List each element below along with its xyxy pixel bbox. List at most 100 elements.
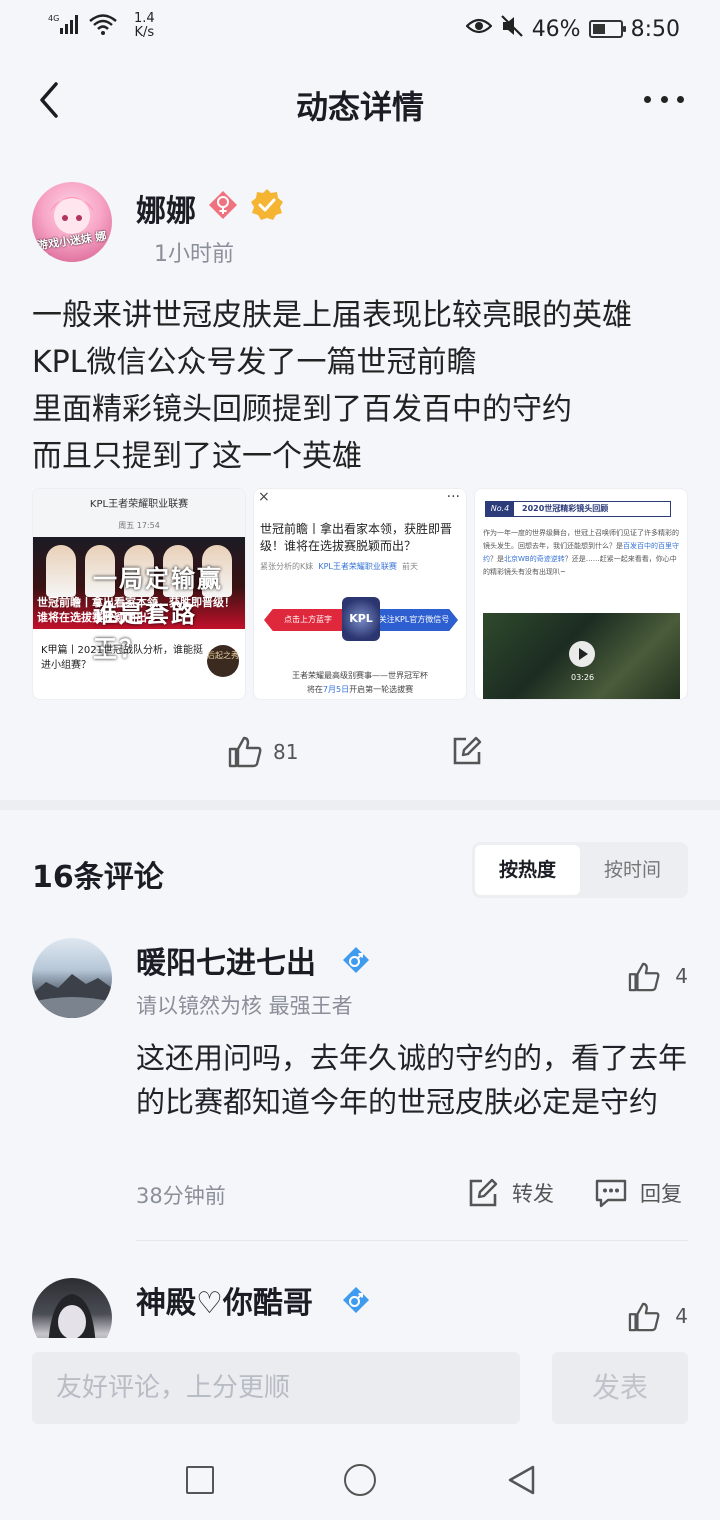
commenter-subtitle: …: [136, 1330, 157, 1338]
chat-bubble-icon: [595, 1179, 627, 1208]
clock: 8:50: [630, 16, 680, 42]
comment-text: 这还用问吗，去年久诚的守约的，看了去年的比赛都知道今年的世冠皮肤必定是守约: [136, 1041, 688, 1119]
video-duration: 03:26: [571, 673, 595, 682]
post-image-2[interactable]: × ··· 世冠前瞻丨拿出看家本领，获胜即晋级！谁将在选拔赛脱颖而出？ 紧张分析…: [253, 488, 467, 700]
more-options-button[interactable]: [644, 92, 684, 106]
image-2-time: 前天: [401, 562, 418, 571]
send-button[interactable]: 发表: [552, 1352, 688, 1424]
repost-label: 转发: [512, 1182, 554, 1206]
comment-like-count: 4: [675, 964, 688, 988]
edit-icon: [453, 736, 482, 765]
body-text: ？是: [490, 555, 504, 563]
signal-label: 4G: [48, 14, 59, 23]
play-icon[interactable]: [569, 641, 595, 667]
verified-badge-icon: [250, 188, 284, 222]
commenter-avatar[interactable]: [32, 1278, 112, 1338]
signal-icon: 4G: [48, 12, 82, 39]
mute-icon: [500, 14, 524, 44]
commenter-name[interactable]: 暖阳七进七出: [136, 938, 316, 982]
post-image-1[interactable]: KPL王者荣耀职业联赛 周五 17:54 一局定输赢 谁是套路王？ 世冠前瞻丨拿…: [32, 488, 246, 700]
recent-apps-button[interactable]: [186, 1466, 214, 1494]
comment-item: 暖阳七进七出 请以镜然为核 最强王者 4 这还用问吗，去年久诚的守约的，看了去年…: [32, 938, 688, 1248]
wifi-icon: [88, 12, 118, 39]
status-right: 46% 8:50: [465, 14, 680, 44]
comment-time: 38分钟前: [136, 1184, 226, 1208]
banner-right: 关注KPL官方微信号: [370, 609, 458, 631]
male-icon: [342, 1286, 370, 1314]
post-content: 一般来讲世冠皮肤是上届表现比较亮眼的英雄 KPL微信公众号发了一篇世冠前瞻 里面…: [32, 292, 692, 480]
post-actions: 81: [0, 730, 720, 776]
image-1-logo: 后起之秀: [207, 645, 239, 677]
image-2-footer: 王者荣耀最高级别赛事——世界冠军杯 将在7月5日开启第一轮选拔赛: [254, 669, 466, 697]
image-2-author: 紧张分析的K妹: [260, 562, 314, 571]
system-nav-bar: [0, 1440, 720, 1520]
eye-icon: [465, 16, 493, 42]
network-speed-unit: K/s: [134, 25, 155, 40]
thumbs-up-icon: [628, 1302, 660, 1332]
status-bar: 4G 1.4 K/s 46% 8:50: [0, 0, 720, 56]
commenter-subtitle: 请以镜然为核 最强王者: [136, 994, 353, 1018]
repost-button[interactable]: 转发: [468, 1176, 554, 1210]
reply-button[interactable]: 回复: [594, 1176, 682, 1210]
image-2-source: KPL王者荣耀职业联赛: [318, 562, 397, 571]
section-divider: [0, 800, 720, 810]
commenter-avatar[interactable]: [32, 938, 112, 1018]
comments-count-title: 16条评论: [32, 860, 164, 895]
post-time: 1小时前: [154, 242, 234, 267]
image-2-title: 世冠前瞻丨拿出看家本领，获胜即晋级！谁将在选拔赛脱颖而出？: [260, 522, 453, 553]
kpl-logo: KPL: [342, 597, 380, 641]
foot-text: 将在: [306, 685, 323, 694]
post-line: KPL微信公众号发了一篇世冠前瞻: [32, 345, 477, 380]
status-left: 4G 1.4 K/s: [48, 12, 155, 40]
battery-fill: [592, 24, 605, 34]
reply-label: 回复: [640, 1182, 682, 1206]
battery-icon: [588, 20, 626, 38]
comment-like-button[interactable]: 4: [628, 960, 688, 996]
male-icon: [342, 946, 370, 974]
like-button[interactable]: [228, 736, 262, 768]
post-images: KPL王者荣耀职业联赛 周五 17:54 一局定输赢 谁是套路王？ 世冠前瞻丨拿…: [32, 488, 688, 700]
post-line: 里面精彩镜头回顾提到了百发百中的守约: [32, 392, 572, 427]
system-back-button[interactable]: [506, 1464, 536, 1496]
image-2-meta: 紧张分析的K妹 KPL王者荣耀职业联赛 前天: [260, 561, 418, 572]
comment-like-button[interactable]: 4: [628, 1300, 688, 1336]
image-3-body: 作为一年一度的世界级舞台，世冠上召唤师们见证了许多精彩的镜头发生。回想去年，我们…: [483, 527, 681, 579]
close-icon: ×: [258, 489, 270, 505]
commenter-name[interactable]: 神殿♡你酷哥: [136, 1278, 313, 1322]
more-dot: [677, 95, 684, 103]
image-3-number: No.4: [486, 502, 514, 516]
image-2-foot-line-1: 王者荣耀最高级别赛事——世界冠军杯: [292, 671, 428, 680]
author-name[interactable]: 娜娜: [136, 186, 196, 230]
avatar-portrait: [48, 1294, 96, 1338]
post-line: 一般来讲世冠皮肤是上届表现比较亮眼的英雄: [32, 298, 632, 333]
triangle-back-icon: [508, 1465, 535, 1495]
banner-left: 点击上方蓝字: [264, 609, 352, 631]
thumbs-up-icon: [628, 962, 660, 992]
image-1-article-title: K甲篇丨2021世冠战队分析，谁能挺进小组赛？: [41, 645, 204, 671]
author-avatar[interactable]: 游戏小迷妹 娜娜: [32, 182, 112, 262]
image-2-foot-line-2: 将在7月5日开启第一轮选拔赛: [254, 683, 466, 697]
network-speed: 1.4 K/s: [134, 12, 155, 40]
post-line: 而且只提到了这一个英雄: [32, 439, 362, 474]
network-speed-value: 1.4: [134, 11, 155, 26]
body-link: 北京WB的奇迹逆转: [504, 555, 565, 563]
comment-item: 神殿♡你酷哥 … 4: [32, 1278, 688, 1338]
comment-input[interactable]: [32, 1352, 520, 1424]
post-image-3[interactable]: No.4 2020世冠精彩镜头回顾 作为一年一度的世界级舞台，世冠上召唤师们见证…: [474, 488, 688, 700]
post-author: 游戏小迷妹 娜娜 娜娜 1小时前: [32, 182, 692, 272]
home-button[interactable]: [344, 1464, 376, 1496]
female-icon: [208, 190, 238, 220]
comment-like-count: 4: [675, 1304, 688, 1328]
sort-by-time-button[interactable]: 按时间: [580, 845, 685, 895]
more-dot: [660, 95, 668, 103]
sort-by-hot-button[interactable]: 按热度: [475, 845, 580, 895]
comment-edit-button[interactable]: [452, 736, 482, 766]
thumbs-up-icon: [228, 736, 262, 768]
image-1-header: KPL王者荣耀职业联赛 周五 17:54: [33, 489, 245, 537]
foot-date: 7月5日: [322, 685, 350, 694]
battery-percent: 46%: [531, 16, 581, 42]
image-2-banner: 点击上方蓝字 关注KPL官方微信号 KPL: [264, 597, 458, 641]
app-header: 动态详情: [0, 64, 720, 140]
video-preview[interactable]: 03:26: [483, 613, 680, 699]
edit-icon: [469, 1178, 498, 1207]
